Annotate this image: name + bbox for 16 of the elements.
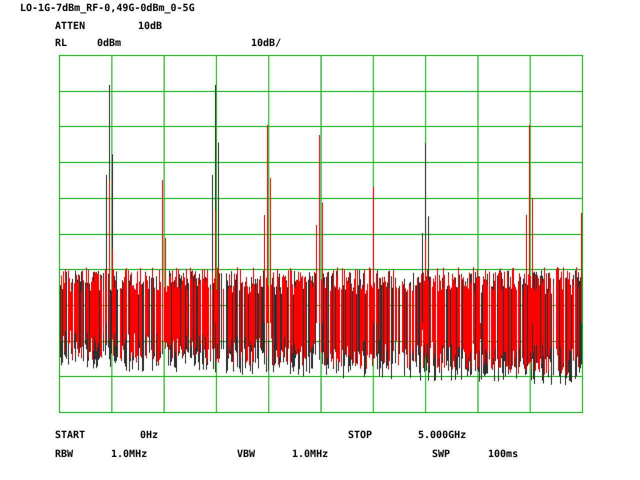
readout-text: START xyxy=(55,430,86,443)
readout-text: 0dBm xyxy=(97,38,122,51)
readout-text: 1.0MHz xyxy=(111,449,148,462)
readout-text: SWP xyxy=(432,449,452,462)
readout-text: 10dB/ xyxy=(251,38,282,51)
readout-text: 5.000GHz xyxy=(418,430,468,443)
readout-text: 100ms xyxy=(488,449,520,462)
readout-text: 0Hz xyxy=(140,430,160,443)
readout-text: STOP xyxy=(348,430,374,443)
readout-text: RBW xyxy=(55,449,74,462)
readout-text: ATTEN xyxy=(55,20,86,34)
readout-text: RL xyxy=(55,38,68,51)
readout-text: 10dB xyxy=(138,20,164,34)
readout-text: 1.0MHz xyxy=(292,449,330,462)
trace-title: LO-1G-7dBm_RF-0,49G-0dBm_0-5G xyxy=(19,2,196,16)
readout-text: VBW xyxy=(237,449,256,462)
